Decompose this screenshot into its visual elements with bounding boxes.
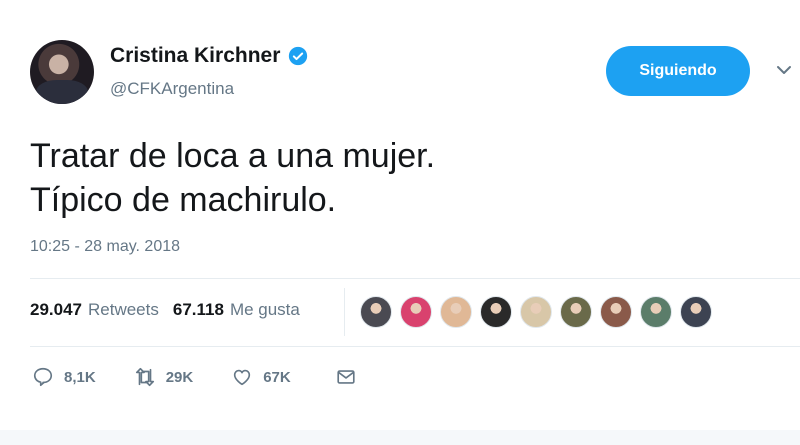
direct-message-button[interactable] xyxy=(335,366,367,388)
bottom-strip xyxy=(0,430,800,445)
retweet-button[interactable]: 29K xyxy=(134,366,194,388)
liker-avatar[interactable] xyxy=(560,296,592,328)
like-count: 67K xyxy=(263,368,291,386)
verified-badge-icon xyxy=(289,46,308,66)
following-button[interactable]: Siguiendo xyxy=(606,46,750,96)
likers-avatars xyxy=(360,296,720,328)
reply-icon xyxy=(33,367,53,387)
display-name[interactable]: Cristina Kirchner xyxy=(110,44,308,68)
tweet-text-line-1: Tratar de loca a una mujer. xyxy=(30,137,436,175)
liker-avatar[interactable] xyxy=(640,296,672,328)
liker-avatar[interactable] xyxy=(360,296,392,328)
liker-avatar[interactable] xyxy=(680,296,712,328)
liker-avatar[interactable] xyxy=(440,296,472,328)
stats-separator xyxy=(344,288,345,336)
tweet-stats: 29.047 Retweets 67.118 Me gusta xyxy=(30,300,314,320)
like-button[interactable]: 67K xyxy=(231,366,291,388)
reply-count: 8,1K xyxy=(64,368,96,386)
divider xyxy=(30,278,800,279)
liker-avatar[interactable] xyxy=(480,296,512,328)
user-handle[interactable]: @CFKArgentina xyxy=(110,79,234,99)
liker-avatar[interactable] xyxy=(400,296,432,328)
retweet-icon xyxy=(135,367,154,387)
tweet-card: Cristina Kirchner @CFKArgentina Siguiend… xyxy=(0,0,800,445)
tweet-actions: 8,1K 29K 67K xyxy=(32,366,405,388)
tweet-text: Tratar de loca a una mujer. Típico de ma… xyxy=(30,134,435,222)
liker-avatar[interactable] xyxy=(520,296,552,328)
heart-icon xyxy=(234,369,251,386)
tweet-timestamp[interactable]: 10:25 - 28 may. 2018 xyxy=(30,238,180,256)
retweets-label[interactable]: Retweets xyxy=(88,300,159,320)
likes-count[interactable]: 67.118 xyxy=(173,300,224,320)
chevron-down-icon[interactable] xyxy=(776,62,792,78)
retweet-count: 29K xyxy=(165,368,194,386)
tweet-text-line-2: Típico de machirulo. xyxy=(30,181,337,219)
display-name-text[interactable]: Cristina Kirchner xyxy=(110,44,280,68)
retweets-count[interactable]: 29.047 xyxy=(30,300,82,320)
reply-button[interactable]: 8,1K xyxy=(32,366,96,388)
likes-label[interactable]: Me gusta xyxy=(230,300,300,320)
envelope-icon xyxy=(337,370,355,384)
profile-avatar[interactable] xyxy=(30,40,94,104)
liker-avatar[interactable] xyxy=(600,296,632,328)
divider xyxy=(30,346,800,347)
